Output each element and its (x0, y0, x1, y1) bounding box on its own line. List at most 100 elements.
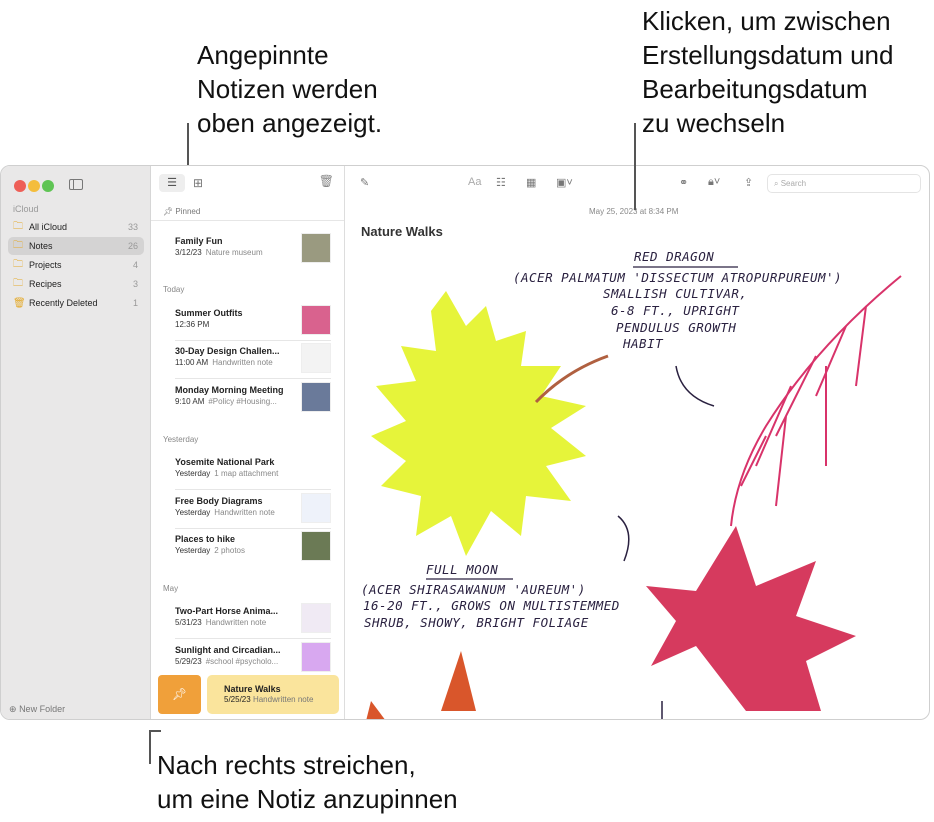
sidebar-toggle-icon[interactable] (69, 179, 83, 190)
callout-date: Klicken, um zwischen Erstellungsdatum un… (642, 4, 893, 140)
note-preview: 2 photos (214, 546, 245, 555)
note-preview: #school #psycholo... (205, 657, 279, 666)
handwriting-label: FULL MOON (426, 562, 499, 577)
note-row[interactable]: 30-Day Design Challen... 11:00 AM Handwrit… (175, 343, 331, 381)
callout-line: Nach rechts streichen, (157, 750, 416, 780)
note-row[interactable]: Summer Outfits 12:36 PM (175, 305, 331, 343)
note-row[interactable]: Monday Morning Meeting 9:10 AM #Policy #Ho… (175, 382, 331, 420)
note-date: 12:36 PM (175, 320, 210, 329)
folder-label: Notes (29, 241, 53, 251)
note-editor: ✎ Aa ☷ ▦ ▣˅ ⚭ 🔒︎˅ ⇪ ⌕ Search May 25, 202… (346, 166, 929, 719)
note-title: Yosemite National Park (175, 457, 275, 467)
note-title: Free Body Diagrams (175, 496, 263, 506)
handwriting-label: RED DRAGON (634, 249, 715, 264)
handwriting-line: (ACER PALMATUM 'DISSECTUM ATROPURPUREUM'… (513, 270, 843, 285)
note-thumbnail (301, 382, 331, 412)
folder-count: 26 (127, 241, 138, 251)
note-thumbnail (301, 603, 331, 633)
folder-label: Recently Deleted (29, 298, 98, 308)
group-header: May (163, 584, 179, 593)
sidebar-folder[interactable]: 🗀 Notes 26 (8, 237, 144, 255)
note-date: Yesterday (175, 508, 211, 517)
sidebar-folder[interactable]: 🗑︎ Recently Deleted 1 (8, 294, 144, 312)
note-row[interactable]: Family Fun 3/12/23 Nature museum (175, 233, 331, 271)
notes-list: ☰ ⊞ 🗑 📌︎ Pinned Today Yesterday May Fami… (151, 166, 345, 719)
pin-icon: 📌︎ (171, 687, 188, 701)
sidebar-folder[interactable]: 🗀 Recipes 3 (8, 275, 144, 293)
handwriting-line: (ACER SHIRASAWANUM 'AUREUM') (361, 582, 586, 597)
yellow-leaf (371, 291, 586, 556)
sidebar: iCloud 🗀 All iCloud 33 🗀 Notes 26 🗀 Projects 4 🗀 R… (1, 166, 151, 719)
note-date: 5/31/23 (175, 618, 202, 627)
note-title: Sunlight and Circadian... (175, 645, 281, 655)
note-date: 9:10 AM (175, 397, 205, 406)
note-date: Yesterday (175, 546, 211, 555)
note-thumbnail (301, 233, 331, 263)
pin-icon: 📌︎ (163, 207, 174, 216)
handwriting-line: 6-8 FT., UPRIGHT (611, 303, 740, 318)
note-preview: Nature museum (205, 248, 263, 257)
note-row[interactable]: Places to hike Yesterday 2 photos (175, 531, 331, 569)
note-title: Places to hike (175, 534, 236, 544)
trash-icon: 🗑︎ (13, 297, 26, 309)
notes-window: iCloud 🗀 All iCloud 33 🗀 Notes 26 🗀 Projects 4 🗀 R… (0, 165, 930, 720)
new-folder-button[interactable]: ⊕ New Folder (9, 704, 65, 715)
note-thumbnail (301, 493, 331, 523)
note-row[interactable]: Yosemite National Park Yesterday 1 map att… (175, 454, 331, 492)
note-row-nature-walks[interactable]: Nature Walks 5/25/23 Handwritten note (207, 675, 339, 714)
callout-line: Notizen werden (197, 74, 378, 104)
note-thumbnail (301, 531, 331, 561)
folder-label: Recipes (29, 279, 62, 289)
note-date: Yesterday (175, 469, 211, 478)
folder-label: Projects (29, 260, 62, 270)
callout-leader (149, 730, 151, 764)
note-title: Two-Part Horse Anima... (175, 606, 279, 616)
delete-button[interactable]: 🗑 (319, 174, 334, 188)
group-header: Today (163, 285, 185, 294)
callout-line: oben angezeigt. (197, 108, 383, 138)
section-label: iCloud (13, 204, 39, 214)
note-thumbnail (301, 305, 331, 335)
folder-count: 1 (132, 298, 138, 308)
folder-icon: 🗀 (13, 220, 23, 232)
callout-line: Erstellungsdatum und (642, 40, 894, 70)
callout-line: Klicken, um zwischen (642, 6, 891, 36)
callout-line: Angepinnte (197, 40, 329, 70)
plus-circle-icon: ⊕ (9, 704, 17, 714)
handwriting-line: SMALLISH CULTIVAR, (603, 286, 748, 301)
handwriting-line: 16-20 FT., GROWS ON MULTISTEMMED (363, 598, 620, 613)
note-preview: Handwritten note (214, 508, 275, 517)
note-date: 3/12/23 (175, 248, 202, 257)
pin-swipe-action[interactable]: 📌︎ (158, 675, 201, 714)
pinned-label: Pinned (175, 207, 201, 216)
callout-line: zu wechseln (642, 108, 786, 138)
callout-leader (634, 123, 636, 210)
callout-leader (149, 730, 161, 732)
note-title: 30-Day Design Challen... (175, 346, 280, 356)
minimize-button[interactable] (28, 180, 40, 192)
note-date: 5/29/23 (175, 657, 202, 666)
note-row[interactable]: Two-Part Horse Anima... 5/31/23 Handwritte… (175, 603, 331, 641)
handwriting-line: SHRUB, SHOWY, BRIGHT FOLIAGE (364, 615, 589, 630)
note-row[interactable]: Free Body Diagrams Yesterday Handwritten n… (175, 493, 331, 531)
note-thumbnail (301, 642, 331, 672)
gallery-view-button[interactable]: ⊞ (193, 174, 203, 192)
note-title: Family Fun (175, 236, 223, 246)
callout-swipe: Nach rechts streichen, um eine Notiz anz… (157, 748, 458, 816)
note-title: Nature Walks (224, 684, 281, 694)
list-view-button[interactable]: ☰ (159, 174, 185, 192)
zoom-button[interactable] (42, 180, 54, 192)
sidebar-folder[interactable]: 🗀 Projects 4 (8, 256, 144, 274)
folder-icon: 🗀 (13, 239, 23, 251)
note-preview: Handwritten note (212, 358, 273, 367)
annotation-arrows (617, 365, 715, 719)
note-thumbnail (301, 343, 331, 373)
sidebar-folder[interactable]: 🗀 All iCloud 33 (8, 218, 144, 236)
folder-label: All iCloud (29, 222, 68, 232)
note-preview: #Policy #Housing... (208, 397, 277, 406)
new-folder-label: New Folder (19, 704, 66, 714)
close-button[interactable] (14, 180, 26, 192)
folder-icon: 🗀 (13, 258, 23, 270)
callout-line: Bearbeitungsdatum (642, 74, 868, 104)
handwriting-line: PENDULUS GROWTH (616, 320, 737, 335)
